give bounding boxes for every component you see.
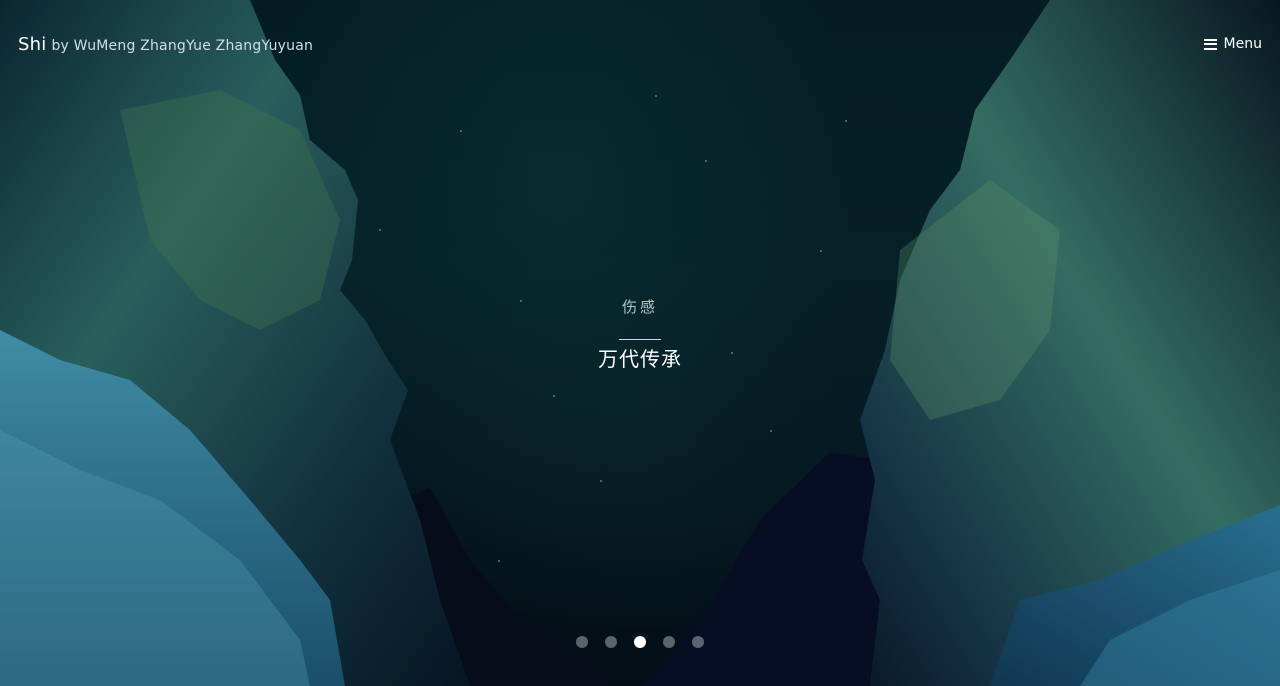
brand-byline: by WuMeng ZhangYue ZhangYuyuan	[51, 38, 314, 54]
slide-dot-2[interactable]	[605, 636, 617, 648]
hero-subtitle: 伤感	[621, 298, 658, 316]
hero-title: 万代传承	[598, 347, 682, 371]
top-navigation: Shi by WuMeng ZhangYue ZhangYuyuan Menu	[0, 0, 1280, 92]
brand-name: Shi	[18, 34, 47, 55]
hamburger-icon	[1203, 38, 1217, 50]
slider-pagination	[0, 636, 1280, 648]
slide-dot-3[interactable]	[634, 636, 646, 648]
hero-caption: 伤感 万代传承	[440, 296, 840, 372]
site-brand[interactable]: Shi by WuMeng ZhangYue ZhangYuyuan	[18, 34, 313, 55]
hero-background: Shi by WuMeng ZhangYue ZhangYuyuan Menu 伤…	[0, 0, 1280, 686]
menu-button[interactable]: Menu	[1203, 36, 1262, 52]
menu-label: Menu	[1223, 36, 1262, 52]
slide-dot-4[interactable]	[663, 636, 675, 648]
hero-divider	[619, 339, 661, 340]
slide-dot-1[interactable]	[576, 636, 588, 648]
slide-dot-5[interactable]	[692, 636, 704, 648]
